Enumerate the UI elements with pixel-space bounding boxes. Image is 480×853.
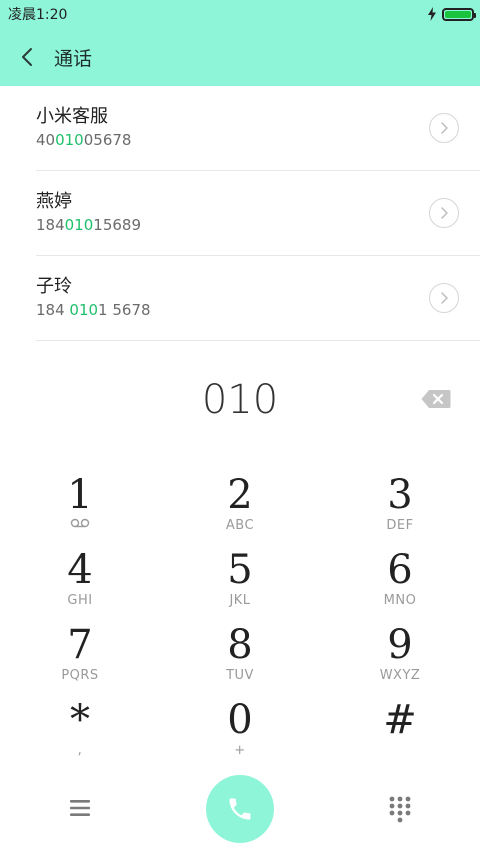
number-suffix: 15689 [93, 216, 141, 234]
key-6[interactable]: 6 MNO [320, 547, 480, 622]
number-suffix: 1 5678 [98, 301, 151, 319]
number-prefix: 184 [36, 301, 70, 319]
contact-number: 18401015689 [36, 214, 429, 236]
key-hash[interactable]: # [320, 697, 480, 772]
chevron-right-icon [441, 207, 448, 219]
key-letters: MNO [383, 593, 417, 608]
dial-number-display[interactable]: 010 [0, 360, 480, 440]
key-9[interactable]: 9 WXYZ [320, 622, 480, 697]
contact-name: 燕婷 [36, 191, 72, 212]
key-star[interactable]: * , [0, 697, 160, 772]
key-digit: 6 [387, 547, 413, 593]
key-0[interactable]: 0 + [160, 697, 320, 772]
contact-name: 子玲 [36, 276, 72, 297]
keypad-row: * , 0 + # [0, 697, 480, 772]
key-digit: 2 [227, 472, 253, 518]
key-digit: 1 [67, 472, 93, 518]
number-match: 010 [64, 216, 94, 234]
number-match: 010 [55, 131, 84, 149]
key-letters: PQRS [61, 668, 99, 683]
key-4[interactable]: 4 GHI [0, 547, 160, 622]
contact-detail-button[interactable] [429, 283, 459, 313]
chevron-right-icon [441, 292, 448, 304]
keypad-row: 4 GHI 5 JKL 6 MNO [0, 547, 480, 622]
key-digit: 4 [67, 547, 93, 593]
dial-keypad: 1 2 ABC 3 DEF 4 GHI 5 JKL 6 MNO 7 PQRS 8… [0, 472, 480, 772]
key-7[interactable]: 7 PQRS [0, 622, 160, 697]
page-title: 通话 [54, 47, 93, 70]
keypad-row: 7 PQRS 8 TUV 9 WXYZ [0, 622, 480, 697]
battery-icon [442, 7, 476, 21]
dialpad-icon[interactable] [386, 794, 414, 824]
key-digit: 5 [227, 547, 253, 593]
key-digit: # [383, 697, 417, 743]
key-digit: 0 [227, 697, 253, 743]
key-letters: DEF [386, 518, 414, 533]
chevron-left-icon [22, 48, 32, 66]
key-1[interactable]: 1 [0, 472, 160, 547]
contact-row[interactable]: 子玲 184 0101 5678 [36, 256, 480, 341]
contact-results-list: 小米客服 4001005678 燕婷 18401015689 子玲 184 01… [0, 86, 480, 341]
charging-bolt-icon [428, 7, 436, 21]
backspace-icon[interactable] [420, 388, 452, 410]
key-2[interactable]: 2 ABC [160, 472, 320, 547]
dial-input-area: 010 [0, 360, 480, 440]
key-letters: JKL [229, 593, 251, 608]
contact-info: 小米客服 4001005678 [36, 105, 429, 151]
key-letters: GHI [67, 593, 93, 608]
key-digit: 3 [387, 472, 413, 518]
contact-row[interactable]: 小米客服 4001005678 [36, 86, 480, 171]
key-digit: 8 [227, 622, 253, 668]
contact-name: 小米客服 [36, 106, 108, 127]
status-bar: 凌晨1:20 [0, 0, 480, 28]
contact-row[interactable]: 燕婷 18401015689 [36, 171, 480, 256]
status-time: 凌晨1:20 [8, 7, 68, 23]
menu-icon[interactable] [64, 794, 96, 822]
status-icons [427, 7, 476, 21]
key-5[interactable]: 5 JKL [160, 547, 320, 622]
battery-level [445, 10, 471, 18]
bottom-action-bar [0, 772, 480, 844]
key-letters: ABC [225, 518, 255, 533]
contact-detail-button[interactable] [429, 198, 459, 228]
number-prefix: 40 [36, 131, 56, 149]
key-3[interactable]: 3 DEF [320, 472, 480, 547]
chevron-right-icon [441, 122, 448, 134]
key-letters: TUV [226, 668, 254, 683]
contact-number: 184 0101 5678 [36, 299, 429, 321]
title-bar: 通话 [0, 28, 480, 86]
key-letters: WXYZ [379, 668, 421, 683]
key-digit: 7 [67, 622, 93, 668]
contact-detail-button[interactable] [429, 113, 459, 143]
back-button[interactable] [0, 28, 54, 86]
key-digit: * [70, 697, 90, 743]
key-letters: , [77, 743, 83, 758]
voicemail-icon [70, 518, 90, 528]
key-8[interactable]: 8 TUV [160, 622, 320, 697]
phone-icon [229, 798, 251, 820]
call-button[interactable] [206, 775, 274, 843]
key-digit: 9 [387, 622, 413, 668]
contact-info: 燕婷 18401015689 [36, 190, 429, 236]
number-suffix: 05678 [83, 131, 132, 149]
keypad-row: 1 2 ABC 3 DEF [0, 472, 480, 547]
contact-info: 子玲 184 0101 5678 [36, 275, 429, 321]
contact-number: 4001005678 [36, 129, 429, 151]
number-match: 010 [69, 301, 99, 319]
number-prefix: 184 [36, 216, 65, 234]
key-letters: + [234, 743, 246, 758]
